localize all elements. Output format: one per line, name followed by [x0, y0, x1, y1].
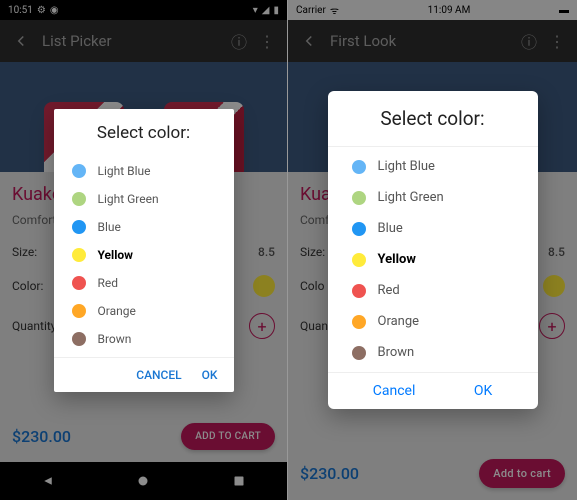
color-dot-icon [352, 284, 366, 298]
dialog-title: Select color: [328, 91, 538, 147]
color-option-light-green[interactable]: Light Green [54, 185, 234, 213]
color-dot-icon [72, 248, 86, 262]
color-option-label: Red [98, 276, 119, 290]
color-option-brown[interactable]: Brown [54, 325, 234, 353]
modal-scrim[interactable]: Select color: Light Blue Light Green Blue Y… [0, 0, 287, 500]
color-option-label: Yellow [378, 252, 416, 267]
color-option-label: Orange [378, 314, 420, 329]
color-dot-icon [72, 332, 86, 346]
color-dot-icon [352, 346, 366, 360]
dialog-actions: Cancel OK [328, 372, 538, 409]
color-option-label: Light Blue [98, 164, 151, 178]
color-option-label: Yellow [98, 248, 133, 262]
option-list-android: Light Blue Light Green Blue Yellow Red Orange… [54, 153, 234, 357]
color-option-blue[interactable]: Blue [54, 213, 234, 241]
dialog-actions: CANCEL OK [54, 357, 234, 392]
color-option-label: Blue [98, 220, 121, 234]
color-option-orange[interactable]: Orange [328, 306, 538, 337]
color-option-label: Light Green [98, 192, 159, 206]
cancel-button[interactable]: CANCEL [136, 368, 181, 382]
color-option-label: Orange [98, 304, 136, 318]
color-dot-icon [72, 276, 86, 290]
color-option-red[interactable]: Red [54, 269, 234, 297]
ok-button[interactable]: OK [202, 368, 218, 382]
color-option-yellow[interactable]: Yellow [328, 244, 538, 275]
color-dot-icon [72, 304, 86, 318]
ios-device: Carrier ᯤ 11:09 AM ▬ First Look ⓘ ⋮ Kual… [288, 0, 577, 500]
ok-button[interactable]: OK [474, 383, 492, 399]
color-dot-icon [72, 220, 86, 234]
color-dot-icon [72, 164, 86, 178]
color-option-red[interactable]: Red [328, 275, 538, 306]
color-option-light-blue[interactable]: Light Blue [54, 157, 234, 185]
android-device: 10:51 ⚙ ◉ ▾ ◢ ▮ List Picker ⓘ ⋮ Kuako Co… [0, 0, 288, 500]
color-dot-icon [352, 253, 366, 267]
color-option-brown[interactable]: Brown [328, 337, 538, 368]
color-option-label: Brown [378, 345, 415, 360]
color-option-orange[interactable]: Orange [54, 297, 234, 325]
cancel-button[interactable]: Cancel [373, 383, 416, 399]
option-list-ios: Light Blue Light Green Blue Yellow Red Orange… [328, 147, 538, 372]
color-option-yellow[interactable]: Yellow [54, 241, 234, 269]
color-option-blue[interactable]: Blue [328, 213, 538, 244]
color-option-label: Red [378, 283, 400, 298]
color-dot-icon [352, 222, 366, 236]
color-option-light-blue[interactable]: Light Blue [328, 151, 538, 182]
color-option-label: Blue [378, 221, 403, 236]
color-picker-dialog: Select color: Light Blue Light Green Blue Y… [328, 91, 538, 409]
color-option-label: Light Green [378, 190, 444, 205]
color-option-label: Brown [98, 332, 132, 346]
color-picker-dialog: Select color: Light Blue Light Green Blue Y… [54, 109, 234, 392]
color-dot-icon [352, 315, 366, 329]
color-dot-icon [352, 191, 366, 205]
color-option-label: Light Blue [378, 159, 435, 174]
color-option-light-green[interactable]: Light Green [328, 182, 538, 213]
color-dot-icon [72, 192, 86, 206]
dialog-title: Select color: [54, 109, 234, 153]
color-dot-icon [352, 160, 366, 174]
modal-scrim[interactable]: Select color: Light Blue Light Green Blue Y… [288, 0, 577, 500]
